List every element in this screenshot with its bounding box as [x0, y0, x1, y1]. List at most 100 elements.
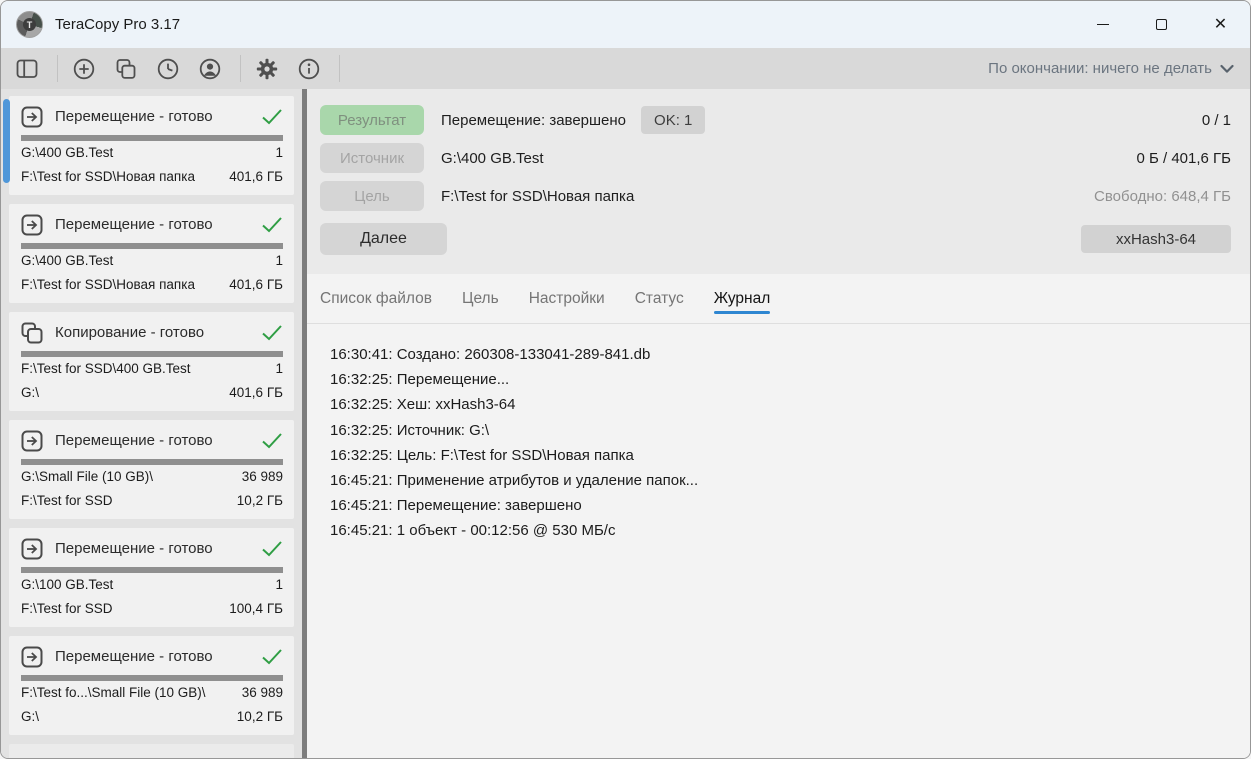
task-size: 401,6 ГБ: [229, 381, 283, 405]
task-title: Перемещение - готово: [55, 648, 213, 665]
titlebar: T TeraCopy Pro 3.17 ✕: [1, 1, 1250, 48]
account-icon: [198, 57, 222, 81]
result-status-text: Перемещение: завершено: [441, 112, 626, 129]
task-target-path: G:\: [21, 705, 39, 729]
add-task-button[interactable]: [72, 57, 96, 81]
task-title: Перемещение - готово: [55, 216, 213, 233]
tab-target[interactable]: Цель: [462, 274, 499, 323]
task-file-count: 1: [275, 141, 283, 165]
log-line: 16:32:25: Хеш: xxHash3-64: [330, 392, 1230, 417]
app-logo-letter: T: [23, 18, 36, 31]
task-title: Перемещение - готово: [55, 108, 213, 125]
task-size: 10,2 ГБ: [237, 705, 283, 729]
toolbar-separator: [57, 55, 58, 82]
log-line: 16:32:25: Источник: G:\: [330, 418, 1230, 443]
hash-algorithm-button[interactable]: xxHash3-64: [1081, 225, 1231, 253]
task-card[interactable]: Перемещение - готово G:\400 GB.Test1 F:\…: [9, 96, 294, 195]
toolbar: По окончании: ничего не делать: [1, 48, 1250, 89]
maximize-button[interactable]: [1132, 1, 1191, 48]
success-check-icon: [261, 108, 283, 125]
task-file-count: 36 989: [242, 465, 283, 489]
info-button[interactable]: [297, 57, 321, 81]
success-check-icon: [261, 432, 283, 449]
settings-gear-icon: [255, 57, 279, 81]
window-controls: ✕: [1073, 1, 1250, 48]
history-button[interactable]: [156, 57, 180, 81]
log-line: 16:45:21: 1 объект - 00:12:56 @ 530 МБ/с: [330, 518, 1230, 543]
ok-count-badge[interactable]: OK: 1: [641, 106, 705, 134]
toggle-panel-button[interactable]: [15, 57, 39, 81]
toolbar-separator: [240, 55, 241, 82]
task-title: Перемещение - готово: [55, 432, 213, 449]
task-target-path: F:\Test for SSD\Новая папка: [21, 273, 195, 297]
task-size: 100,4 ГБ: [229, 597, 283, 621]
tab-journal[interactable]: Журнал: [714, 274, 771, 323]
on-finish-dropdown[interactable]: По окончании: ничего не делать: [988, 60, 1234, 77]
success-check-icon: [261, 216, 283, 233]
tab-settings[interactable]: Настройки: [529, 274, 605, 323]
toolbar-separator: [339, 55, 340, 82]
copy-task-button[interactable]: [114, 57, 138, 81]
target-button[interactable]: Цель: [320, 181, 424, 211]
log-line: 16:32:25: Перемещение...: [330, 367, 1230, 392]
task-source-path: F:\Test fo...\Small File (10 GB)\: [21, 681, 206, 705]
task-size: 401,6 ГБ: [229, 273, 283, 297]
task-title: Перемещение - готово: [55, 540, 213, 557]
journal-log: 16:30:41: Создано: 260308-133041-289-841…: [307, 324, 1250, 759]
task-source-path: G:\400 GB.Test: [21, 141, 113, 165]
task-card[interactable]: Перемещение - готово G:\100 GB.Test 1 F:\…: [9, 528, 294, 627]
minimize-icon: [1097, 24, 1109, 25]
app-logo-icon: T: [16, 11, 43, 38]
history-clock-icon: [156, 57, 180, 81]
task-file-count: 1: [275, 573, 283, 597]
success-check-icon: [261, 324, 283, 341]
bytes-progress: 0 Б / 401,6 ГБ: [1136, 150, 1231, 167]
task-source-path: G:\400 GB.Test: [21, 249, 113, 273]
task-source-path: G:\100 GB.Test: [21, 573, 113, 597]
task-card[interactable]: Перемещение - готово F:\Test fo...\Small…: [9, 636, 294, 735]
close-button[interactable]: ✕: [1191, 1, 1250, 48]
window-body: Перемещение - готово G:\400 GB.Test 1 F:\…: [1, 89, 1250, 759]
account-button[interactable]: [198, 57, 222, 81]
target-row: Цель F:\Test for SSD\Новая папка Свободн…: [320, 177, 1231, 215]
task-target-path: G:\: [21, 381, 39, 405]
log-line: 16:32:25: Цель: F:\Test for SSD\Новая па…: [330, 443, 1230, 468]
task-card[interactable]: Перемещение - готово G:\Small File (10 G…: [9, 420, 294, 519]
log-line: 16:30:41: Создано: 260308-133041-289-841…: [330, 342, 1230, 367]
add-task-icon: [72, 57, 96, 81]
main-panel: Результат Перемещение: завершено OK: 1 0…: [307, 89, 1250, 759]
copy-task-icon: [21, 322, 43, 344]
teracopy-window: T TeraCopy Pro 3.17 ✕: [0, 0, 1251, 759]
panel-toggle-icon: [15, 57, 39, 81]
free-space: Свободно: 648,4 ГБ: [1094, 188, 1231, 205]
info-icon: [297, 57, 321, 81]
success-check-icon: [261, 648, 283, 665]
task-card[interactable]: Перемещение - готово G:\400 GB.Test 1 F:\…: [9, 204, 294, 303]
window-title: TeraCopy Pro 3.17: [55, 16, 180, 33]
task-target-path: F:\Test for SSD: [21, 489, 113, 513]
task-title: Копирование - готово: [55, 324, 204, 341]
task-target-path: F:\Test for SSD: [21, 597, 113, 621]
maximize-icon: [1156, 19, 1167, 30]
actions-row: Далее xxHash3-64: [320, 220, 1231, 258]
tab-bar: Список файлов Цель Настройки Статус Журн…: [307, 274, 1250, 324]
copy-icon: [114, 57, 138, 81]
selected-task-indicator: [3, 99, 10, 183]
source-path: G:\400 GB.Test: [441, 150, 544, 167]
result-button[interactable]: Результат: [320, 105, 424, 135]
next-button[interactable]: Далее: [320, 223, 447, 255]
task-size: 10,2 ГБ: [237, 489, 283, 513]
on-finish-label: По окончании: ничего не делать: [988, 60, 1212, 77]
source-button[interactable]: Источник: [320, 143, 424, 173]
task-file-count: 1: [275, 249, 283, 273]
task-size: 401,6 ГБ: [229, 165, 283, 189]
result-row: Результат Перемещение: завершено OK: 1 0…: [320, 101, 1231, 139]
task-card[interactable]: Копирование - готово F:\Test for SSD\400…: [9, 312, 294, 411]
minimize-button[interactable]: [1073, 1, 1132, 48]
partial-task-card[interactable]: [9, 744, 294, 759]
move-task-icon: [21, 646, 43, 668]
tab-status[interactable]: Статус: [635, 274, 684, 323]
file-counter: 0 / 1: [1202, 112, 1231, 129]
settings-button[interactable]: [255, 57, 279, 81]
tab-file-list[interactable]: Список файлов: [320, 274, 432, 323]
